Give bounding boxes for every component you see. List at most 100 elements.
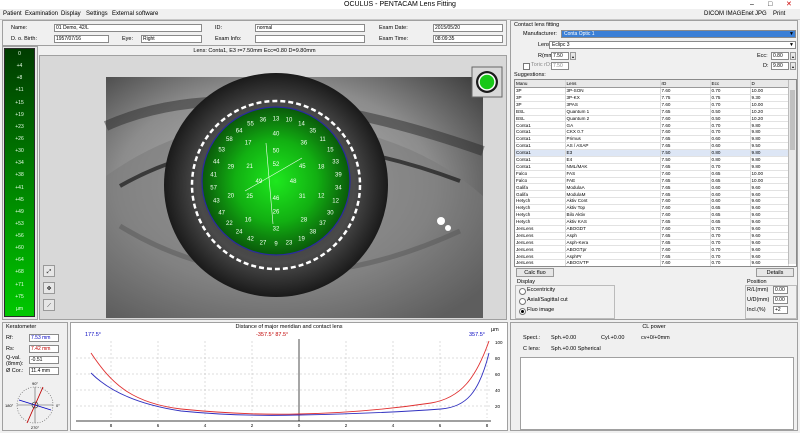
table-row[interactable]: Falco FAS 7.60 0.65 10.00 [515, 170, 789, 178]
table-cell: 3P [515, 101, 566, 109]
table-row[interactable]: 3P 3P-SON 7.60 0.70 10.00 [515, 87, 789, 95]
zoom-in-icon[interactable]: ⤢ [43, 265, 55, 277]
svg-text:40: 40 [495, 388, 501, 393]
table-cell: 9.60 [750, 245, 789, 254]
fluo-value: 57 [210, 186, 217, 192]
table-row[interactable]: Hetych Bilo Aktiv 7.60 0.65 9.60 [515, 211, 789, 219]
table-row[interactable]: Conta1 E3 7.50 0.80 9.80 [515, 149, 789, 157]
details-button[interactable]: Details [756, 268, 794, 277]
move-tool-icon[interactable]: ✥ [43, 282, 55, 294]
keratometer-panel: Keratometer Rf: 7.53 mm Rs: 7.42 mm Q-va… [2, 322, 68, 431]
r-spin-icon[interactable]: ▴ [570, 52, 576, 60]
table-row[interactable]: Conta1 E4 7.50 0.80 9.80 [515, 156, 789, 164]
table-row[interactable]: Hetych Aktiv Cont 7.60 0.60 9.60 [515, 197, 789, 206]
svg-text:8: 8 [110, 423, 113, 428]
manufacturer-select[interactable]: Conta Optic 1 ▼ [561, 30, 796, 38]
ud-field[interactable]: 0.00 [773, 296, 788, 304]
table-row[interactable]: JenLens ABOGDT 7.60 0.70 9.60 [515, 225, 789, 233]
calc-fluo-button[interactable]: Calc fluo [516, 268, 554, 277]
table-cell: 7.65 [660, 183, 711, 192]
toric-field[interactable]: 7.50 [551, 62, 569, 70]
maximize-button[interactable]: □ [768, 0, 772, 9]
table-row[interactable]: Conta1 AS / ASAP 7.65 0.60 9.50 [515, 142, 789, 151]
ecc-field[interactable]: 0.80 [771, 52, 789, 60]
fluo-value: 36 [260, 118, 267, 124]
column-header[interactable]: Ecc [710, 80, 751, 88]
menu-jpg[interactable]: JPG [755, 9, 767, 19]
rl-field[interactable]: 0.00 [773, 286, 788, 294]
axial-sagittal-radio[interactable] [519, 298, 526, 305]
toric-checkbox[interactable] [523, 63, 530, 70]
table-cell: JenLens [515, 252, 566, 261]
table-cell: Conta1 [515, 156, 566, 164]
table-row[interactable]: Falco FAE 7.65 0.65 10.00 [515, 177, 789, 185]
suggestions-scrollbar[interactable] [788, 80, 796, 264]
fluo-value: 52 [273, 162, 280, 168]
table-row[interactable]: Hetych Aktiv Top 7.60 0.65 9.60 [515, 204, 789, 213]
rs-label: Rs: [6, 346, 15, 352]
fluo-value: 23 [286, 240, 293, 246]
table-cell: NML/MAK [565, 163, 661, 171]
table-row[interactable]: JenLens ABOGTpr 7.60 0.70 9.60 [515, 245, 789, 254]
scale-value: +64 [15, 257, 24, 264]
menu-imagenet[interactable]: IMAGEnet [726, 9, 754, 19]
column-header[interactable]: Manu [515, 80, 566, 88]
table-cell: 9.60 [750, 204, 789, 213]
menu-external-software[interactable]: External software [112, 9, 158, 19]
scale-value: +41 [15, 184, 24, 191]
table-cell: 0.65 [710, 170, 751, 178]
table-row[interactable]: BSL Quantum 1 7.65 0.50 10.20 [515, 108, 789, 116]
table-row[interactable]: JenLens ABOGVTP 7.60 0.70 9.60 [515, 259, 789, 266]
table-row[interactable]: BSL Quantum 2 7.60 0.50 10.20 [515, 115, 789, 123]
table-row[interactable]: Conta1 NML/MAK 7.65 0.70 9.80 [515, 163, 789, 171]
table-cell: 7.65 [660, 177, 711, 185]
table-row[interactable]: Galifa ModulaM 7.65 0.60 9.60 [515, 190, 789, 199]
menu-print[interactable]: Print [773, 9, 785, 19]
fluo-value: 40 [273, 132, 280, 138]
name-label: Name: [11, 25, 28, 31]
table-cell: Aktiv KAS [565, 218, 661, 226]
r-field[interactable]: 7.50 [551, 52, 569, 60]
column-header[interactable]: D [750, 80, 789, 88]
menu-settings[interactable]: Settings [86, 9, 108, 19]
table-cell: 7.65 [660, 239, 711, 247]
table-cell: JenLens [515, 232, 566, 240]
table-cell: 7.65 [660, 190, 711, 199]
menu-patient[interactable]: Patient [3, 9, 22, 19]
table-row[interactable]: 3P 3PAS 7.60 0.70 10.00 [515, 101, 789, 109]
measure-tool-icon[interactable]: ⟋ [43, 299, 55, 311]
fluo-value: 12 [332, 198, 339, 204]
table-row[interactable]: JenLens Asph-Kera 7.65 0.70 9.60 [515, 239, 789, 247]
q-label: Q-val.(8mm): [6, 355, 24, 367]
column-header[interactable]: rD [660, 80, 711, 88]
table-cell: 9.60 [750, 252, 789, 261]
incl-field[interactable]: +2 [773, 306, 788, 314]
name-field: 01 Demo, 42/L [54, 24, 202, 32]
table-cell: 3PAS [565, 101, 661, 109]
table-row[interactable]: Galifa ModulaA 7.65 0.60 9.60 [515, 183, 789, 192]
table-row[interactable]: Conta1 CKX 0.7 7.60 0.70 9.80 [515, 128, 789, 137]
lens-select[interactable]: Eclipc 3 ▼ [549, 41, 796, 49]
table-row[interactable]: JenLens Asph 7.65 0.70 9.60 [515, 232, 789, 240]
table-cell: E4 [565, 156, 661, 164]
eccentricity-radio[interactable] [519, 288, 526, 295]
scale-value: +34 [15, 160, 24, 167]
d-field[interactable]: 9.80 [771, 62, 789, 70]
fluo-value: 26 [273, 209, 280, 215]
table-row[interactable]: JenLens AsphPr 7.65 0.70 9.60 [515, 252, 789, 261]
table-row[interactable]: Conta1 GA 7.60 0.70 9.80 [515, 121, 789, 130]
close-button[interactable]: ✕ [786, 0, 792, 9]
table-row[interactable]: Conta1 Primus 7.65 0.60 9.80 [515, 135, 789, 144]
menu-dicom[interactable]: DICOM [704, 9, 724, 19]
suggestions-label: Suggestions: [514, 72, 546, 78]
table-cell: Hetych [515, 218, 566, 226]
column-header[interactable]: Lens [565, 80, 661, 88]
ecc-spin-icon[interactable]: ▴ [790, 52, 796, 60]
d-spin-icon[interactable]: ▴ [790, 62, 796, 70]
menu-examination[interactable]: Examination [25, 9, 58, 19]
fluo-image-radio[interactable] [519, 308, 526, 315]
table-row[interactable]: 3P 3P-KX 7.75 0.75 9.30 [515, 94, 789, 102]
table-row[interactable]: Hetych Aktiv KAS 7.65 0.65 9.60 [515, 218, 789, 226]
minimize-button[interactable]: – [750, 0, 754, 9]
menu-display[interactable]: Display [61, 9, 81, 19]
